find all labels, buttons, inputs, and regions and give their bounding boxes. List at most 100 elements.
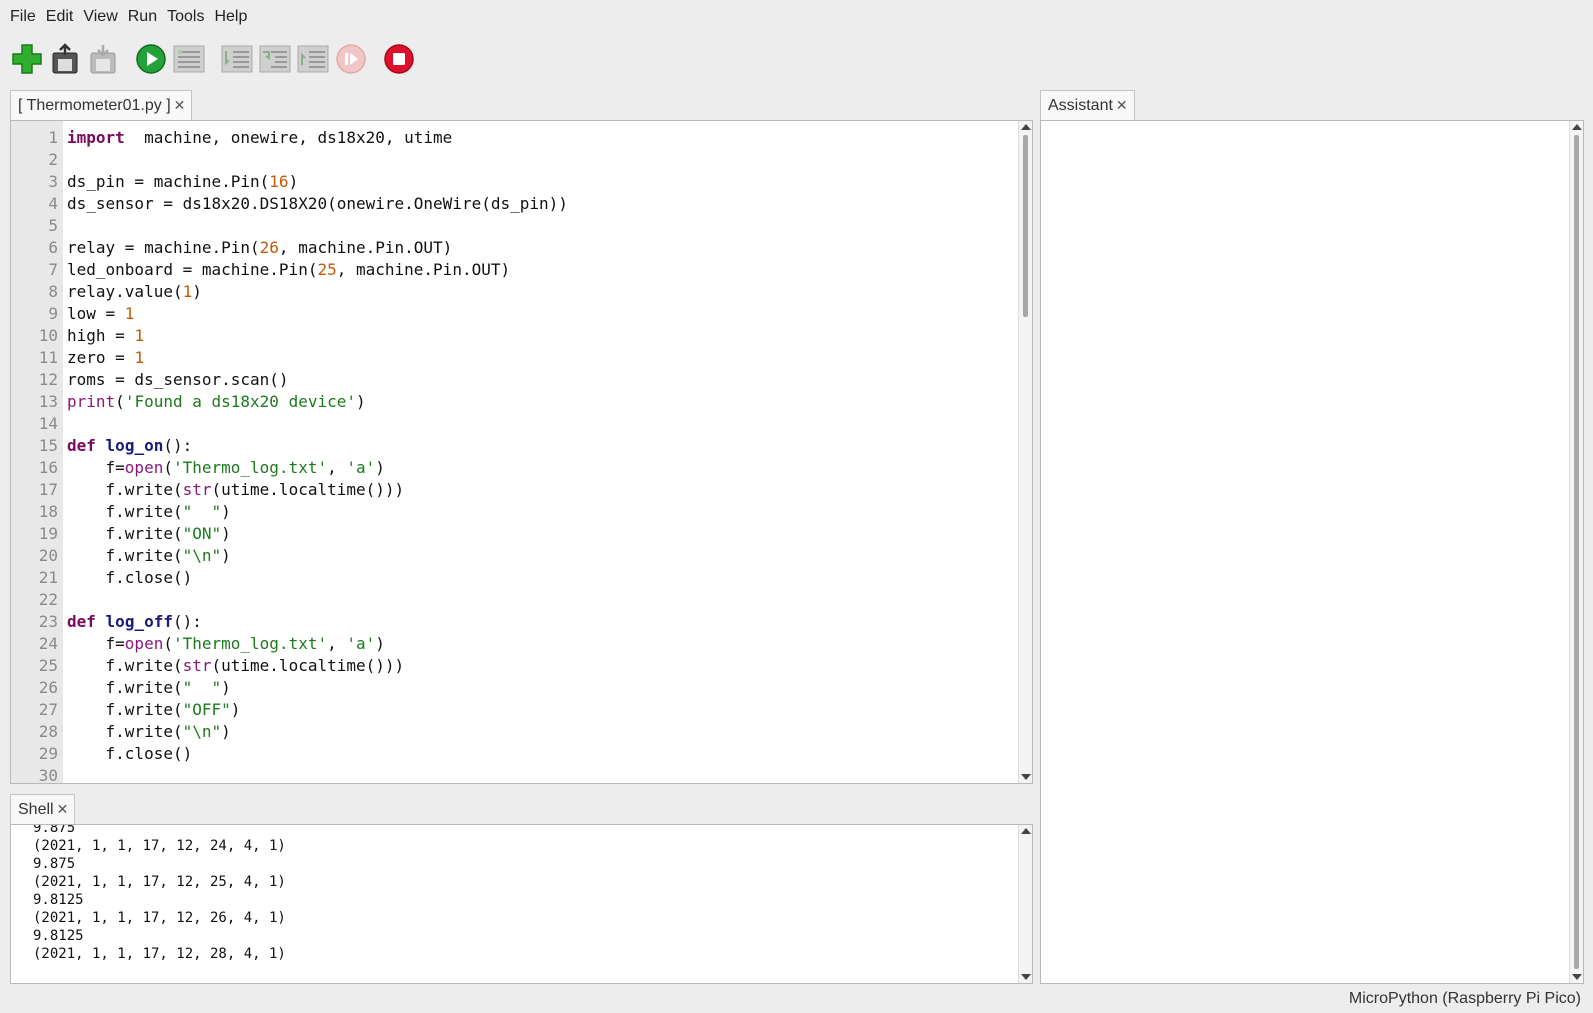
menu-run[interactable]: Run (124, 0, 161, 34)
code-token: ) (230, 700, 241, 719)
scroll-down-icon[interactable] (1572, 974, 1582, 980)
assistant-panel (1040, 120, 1584, 984)
menu-edit[interactable]: Edit (42, 0, 78, 34)
menu-tools[interactable]: Tools (163, 0, 208, 34)
scrollbar-thumb[interactable] (1023, 135, 1028, 317)
code-token: ) (221, 722, 231, 741)
scroll-down-icon[interactable] (1021, 774, 1031, 780)
shell-scrollbar[interactable] (1018, 825, 1032, 983)
shell-line: (2021, 1, 1, 17, 12, 26, 4, 1) (33, 910, 286, 926)
interpreter-status[interactable]: MicroPython (Raspberry Pi Pico) (1349, 988, 1581, 1010)
line-number: 6 (48, 238, 58, 257)
code-line: f=open('Thermo_log.txt', 'a') (67, 457, 1018, 479)
code-token: roms = ds_sensor.scan() (67, 370, 289, 389)
menu-file[interactable]: File (6, 0, 40, 34)
code-line: led_onboard = machine.Pin(25, machine.Pi… (67, 259, 1018, 281)
line-number: 4 (48, 194, 58, 213)
code-line: ds_pin = machine.Pin(16) (67, 171, 1018, 193)
scrollbar-thumb[interactable] (1574, 135, 1579, 969)
code-token: f.write( (67, 524, 183, 543)
save-file-button[interactable] (86, 42, 120, 76)
run-button[interactable] (134, 42, 168, 76)
scroll-down-icon[interactable] (1021, 974, 1031, 980)
code-line: f.write("ON") (67, 523, 1018, 545)
code-token: f= (67, 458, 125, 477)
tab-shell[interactable]: Shell ✕ (10, 794, 76, 824)
code-token: ) (221, 546, 231, 565)
code-line: f.write("\n") (67, 721, 1018, 743)
code-token: open (124, 634, 164, 653)
open-icon (52, 43, 78, 74)
code-token: ) (221, 524, 231, 543)
shell-line: (2021, 1, 1, 17, 12, 28, 4, 1) (33, 946, 286, 962)
code-line: f.write(str(utime.localtime())) (67, 655, 1018, 677)
line-number: 5 (48, 216, 58, 235)
code-token: f.write( (67, 480, 183, 499)
shell-panel[interactable]: 9.875 (2021, 1, 1, 17, 12, 24, 4, 1) 9.875… (10, 824, 1033, 984)
menu-view[interactable]: View (79, 0, 121, 34)
code-token: "\n" (182, 722, 222, 741)
new-file-button[interactable] (10, 42, 44, 76)
scroll-up-icon[interactable] (1572, 124, 1582, 130)
save-icon (90, 45, 116, 74)
line-number: 2 (48, 150, 58, 169)
step-into-button[interactable] (258, 42, 292, 76)
line-number: 28 (38, 722, 58, 741)
debug-button[interactable] (172, 42, 206, 76)
line-number: 19 (38, 524, 58, 543)
code-token: 'Thermo_log.txt' (172, 458, 328, 477)
code-token: ) (221, 678, 231, 697)
step-out-button[interactable] (296, 42, 330, 76)
code-token: , machine.Pin.OUT) (278, 238, 453, 257)
resume-button[interactable] (334, 42, 368, 76)
shell-line: (2021, 1, 1, 17, 12, 24, 4, 1) (33, 838, 286, 854)
close-icon[interactable]: ✕ (174, 97, 186, 114)
code-token: "\n" (182, 546, 222, 565)
line-number: 7 (48, 260, 58, 279)
code-area[interactable]: import machine, onewire, ds18x20, utime d… (67, 121, 1018, 783)
code-token: 1 (124, 304, 135, 323)
code-token: 'a' (346, 458, 376, 477)
resume-icon (336, 44, 366, 74)
step-over-button[interactable] (220, 42, 254, 76)
code-line: high = 1 (67, 325, 1018, 347)
code-token: (utime.localtime())) (211, 656, 405, 675)
code-token: , machine.Pin.OUT) (336, 260, 511, 279)
close-icon[interactable]: ✕ (1116, 97, 1128, 114)
close-icon[interactable]: ✕ (57, 801, 69, 818)
tab-editor-file[interactable]: [ Thermometer01.py ] ✕ (10, 90, 193, 120)
stop-button[interactable] (382, 42, 416, 76)
code-editor[interactable]: 1 2 3 4 5 6 7 8 9 10 11 12 13 14 15 16 17 18 19 20 21 22 23 24 2… (10, 120, 1033, 784)
code-token: f.write( (67, 656, 183, 675)
line-number: 14 (38, 414, 58, 433)
code-token: zero = (67, 348, 135, 367)
menu-help[interactable]: Help (210, 0, 251, 34)
code-token: open (124, 458, 164, 477)
assistant-scrollbar[interactable] (1569, 121, 1583, 983)
line-number: 9 (48, 304, 58, 323)
code-token: ) (375, 458, 385, 477)
code-line: f.write(str(utime.localtime())) (67, 479, 1018, 501)
line-number: 3 (48, 172, 58, 191)
code-line: import machine, onewire, ds18x20, utime (67, 127, 1018, 149)
scroll-up-icon[interactable] (1021, 828, 1031, 834)
code-token: led_onboard = machine.Pin( (67, 260, 318, 279)
line-number-gutter: 1 2 3 4 5 6 7 8 9 10 11 12 13 14 15 16 17 18 19 20 21 22 23 24 2… (11, 121, 63, 783)
scroll-up-icon[interactable] (1021, 124, 1031, 130)
line-number: 24 (38, 634, 58, 653)
code-token: ( (163, 458, 173, 477)
code-token: 1 (134, 326, 145, 345)
load-file-button[interactable] (48, 42, 82, 76)
line-number: 10 (38, 326, 58, 345)
step-into-icon (259, 45, 291, 73)
code-token: "ON" (182, 524, 222, 543)
code-token: 'Thermo_log.txt' (172, 634, 328, 653)
tab-assistant[interactable]: Assistant ✕ (1040, 90, 1135, 120)
code-line: f.close() (67, 743, 1018, 765)
editor-scrollbar[interactable] (1018, 121, 1032, 783)
line-number: 18 (38, 502, 58, 521)
line-number: 25 (38, 656, 58, 675)
